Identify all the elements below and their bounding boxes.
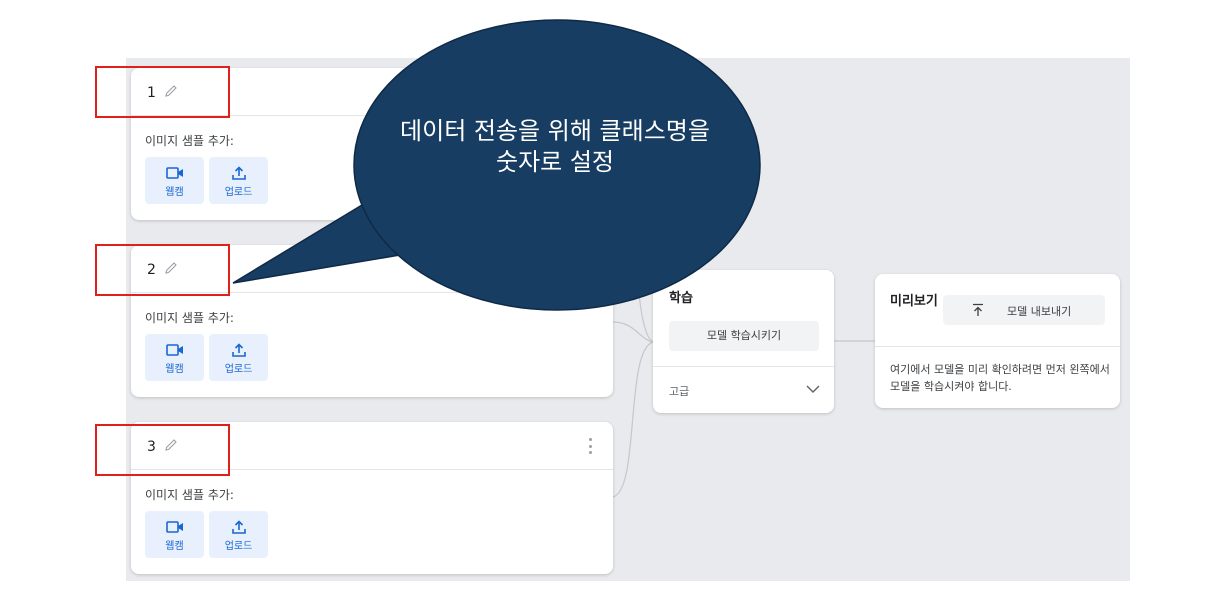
webcam-icon bbox=[165, 521, 183, 533]
export-model-label: 모델 내보내기 bbox=[1007, 305, 1072, 318]
webcam-button[interactable]: 웹캠 bbox=[145, 334, 204, 381]
upload-label: 업로드 bbox=[224, 187, 253, 198]
training-card: 학습 모델 학습시키기 고급 bbox=[653, 270, 834, 413]
webcam-button[interactable]: 웹캠 bbox=[145, 157, 204, 204]
train-model-button[interactable]: 모델 학습시키기 bbox=[669, 321, 819, 351]
class-card-body: 이미지 샘플 추가: 웹캠 업로드 bbox=[131, 293, 613, 397]
webcam-label: 웹캠 bbox=[165, 541, 184, 552]
chevron-down-icon[interactable] bbox=[806, 384, 820, 394]
upload-button[interactable]: 업로드 bbox=[209, 334, 268, 381]
upload-icon bbox=[231, 166, 246, 180]
highlight-box-class-2 bbox=[95, 244, 230, 296]
preview-message: 여기에서 모델을 미리 확인하려면 먼저 왼쪽에서 모델을 학습시켜야 합니다. bbox=[890, 363, 1110, 393]
training-title: 학습 bbox=[669, 291, 693, 306]
screenshot-stage: 1 이미지 샘플 추가: 웹캠 업로드 2 이미지 샘플 추가: 웹캠 업로드 … bbox=[0, 0, 1216, 613]
webcam-icon bbox=[165, 167, 183, 179]
add-samples-label: 이미지 샘플 추가: bbox=[145, 488, 234, 502]
class-card-body: 이미지 샘플 추가: 웹캠 업로드 bbox=[131, 470, 613, 574]
divider bbox=[653, 366, 834, 367]
upload-label: 업로드 bbox=[224, 541, 253, 552]
upload-button[interactable]: 업로드 bbox=[209, 157, 268, 204]
upload-label: 업로드 bbox=[224, 364, 253, 375]
add-samples-label: 이미지 샘플 추가: bbox=[145, 134, 234, 148]
highlight-box-class-3 bbox=[95, 424, 230, 476]
upload-arrow-icon bbox=[973, 303, 983, 316]
advanced-toggle[interactable]: 고급 bbox=[669, 383, 689, 399]
callout-text: 데이터 전송을 위해 클래스명을 숫자로 설정 bbox=[400, 117, 710, 176]
preview-title: 미리보기 bbox=[890, 294, 938, 309]
add-samples-label: 이미지 샘플 추가: bbox=[145, 311, 234, 325]
divider bbox=[875, 346, 1120, 347]
webcam-icon bbox=[165, 344, 183, 356]
kebab-menu-icon[interactable] bbox=[589, 438, 593, 454]
webcam-label: 웹캠 bbox=[165, 187, 184, 198]
highlight-box-class-1 bbox=[95, 66, 230, 118]
preview-card: 미리보기 모델 내보내기 여기에서 모델을 미리 확인하려면 먼저 왼쪽에서 모… bbox=[875, 274, 1120, 408]
export-model-button[interactable]: 모델 내보내기 bbox=[943, 295, 1105, 325]
upload-icon bbox=[231, 343, 246, 357]
upload-icon bbox=[231, 520, 246, 534]
upload-button[interactable]: 업로드 bbox=[209, 511, 268, 558]
webcam-label: 웹캠 bbox=[165, 364, 184, 375]
webcam-button[interactable]: 웹캠 bbox=[145, 511, 204, 558]
